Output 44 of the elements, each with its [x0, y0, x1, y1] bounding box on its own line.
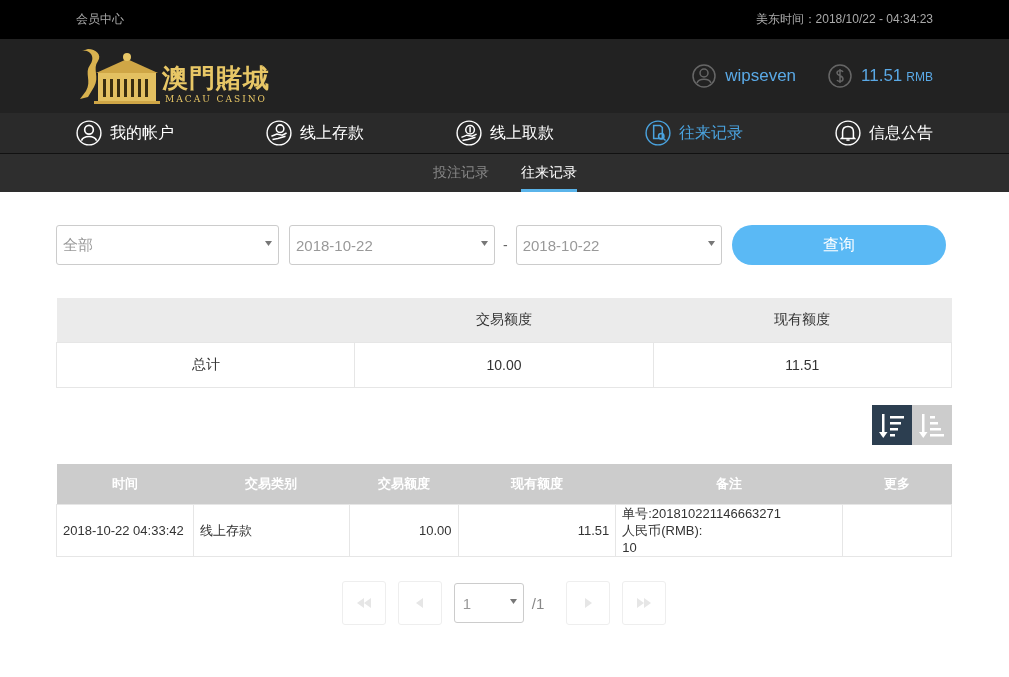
caret-icon	[509, 599, 517, 604]
user-icon	[692, 64, 717, 88]
nav-tab[interactable]: 线上取款	[455, 120, 554, 146]
table-cell: 线上存款	[193, 504, 350, 557]
column-header: 现有额度	[653, 298, 952, 343]
server-time: 美东时间：2018/10/22 - 04:34:23	[755, 11, 933, 28]
table-cell: 单号:201810221146663271 人民币(RMB): 10	[615, 504, 843, 557]
table-cell: 总计	[56, 342, 355, 388]
hand-dollar-icon	[455, 120, 482, 146]
left-triangle-icon	[416, 598, 424, 608]
table-cell: 10.00	[354, 342, 654, 388]
balance-amount: 11.51	[861, 66, 903, 86]
page-dropdown[interactable]: 1	[453, 583, 524, 623]
date-separator: -	[503, 237, 508, 253]
bell-icon	[835, 120, 861, 146]
nav-tab[interactable]: 线上存款	[265, 120, 364, 146]
table-cell: 11.51	[458, 504, 616, 557]
logo-title: 澳門賭城	[162, 63, 270, 93]
hand-coin-icon	[265, 120, 292, 146]
caret-icon	[265, 241, 272, 246]
nav-tab[interactable]: 信息公告	[835, 120, 933, 146]
table-cell: 11.51	[653, 342, 952, 388]
user-icon	[76, 120, 102, 146]
dollar-icon	[828, 64, 853, 88]
document-search-icon	[645, 120, 672, 146]
username: wipseven	[725, 66, 797, 86]
currency-label: RMB	[906, 70, 933, 84]
column-header: 交易额度	[354, 298, 654, 343]
caret-icon	[481, 241, 488, 246]
caret-icon	[707, 241, 715, 246]
member-center-title: 会员中心	[76, 11, 124, 28]
page-total: /1	[531, 594, 545, 612]
end-date-dropdown[interactable]: 2018-10-22	[515, 225, 722, 265]
nav-tab[interactable]: 往来记录	[645, 120, 744, 146]
type-dropdown[interactable]: 全部	[56, 225, 279, 265]
logo-subtitle: MACAU CASINO	[165, 93, 267, 105]
sort-button[interactable]	[872, 405, 912, 445]
table-cell: 10.00	[349, 504, 459, 557]
nav-tab[interactable]: 我的帐户	[76, 120, 174, 146]
right-triangle-icon	[584, 598, 592, 608]
start-date-dropdown[interactable]: 2018-10-22	[289, 225, 495, 265]
table-cell: 2018-10-22 04:33:42	[56, 504, 193, 557]
sub-tab[interactable]: 往来记录	[520, 154, 577, 192]
sub-tab[interactable]: 投注记录	[432, 154, 489, 192]
